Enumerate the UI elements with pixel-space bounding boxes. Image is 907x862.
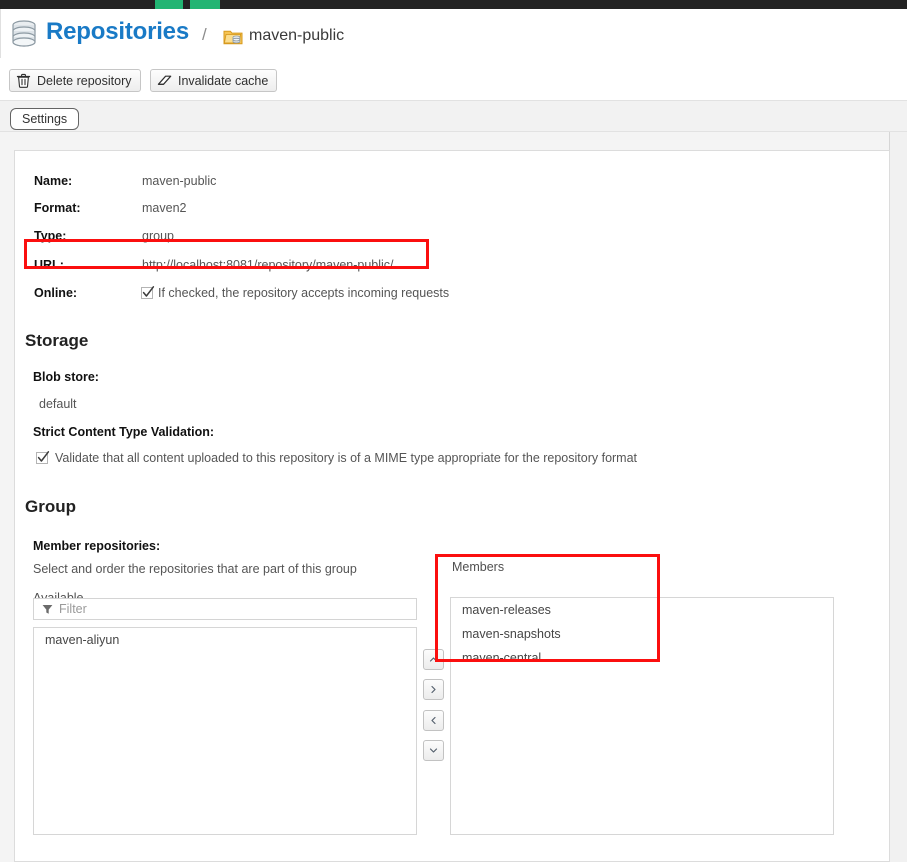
trash-icon [16, 73, 31, 88]
name-value: maven-public [142, 174, 216, 188]
type-value: group [142, 229, 174, 243]
group-heading: Group [25, 497, 76, 517]
app-surface: Repositories / maven-public Delete repos… [0, 9, 907, 862]
storage-heading: Storage [25, 331, 88, 351]
chevron-right-icon [429, 685, 438, 694]
format-label: Format: [34, 201, 81, 215]
available-repositories-list[interactable]: maven-aliyun [33, 627, 417, 835]
delete-repository-button[interactable]: Delete repository [9, 69, 141, 92]
eraser-icon [157, 73, 172, 88]
online-label: Online: [34, 286, 77, 300]
action-toolbar: Delete repository Invalidate cache [0, 58, 907, 100]
member-repositories-label: Member repositories: [33, 539, 160, 553]
strict-content-type-label: Strict Content Type Validation: [33, 425, 214, 439]
chevron-left-icon [429, 716, 438, 725]
move-up-button[interactable] [423, 649, 444, 670]
url-value[interactable]: http://localhost:8081/repository/maven-p… [142, 258, 394, 272]
tab-settings[interactable]: Settings [10, 108, 79, 130]
format-value: maven2 [142, 201, 186, 215]
type-label: Type: [34, 229, 66, 243]
page-title[interactable]: Repositories [46, 18, 189, 46]
name-label: Name: [34, 174, 72, 188]
breadcrumb-separator: / [202, 25, 207, 45]
move-left-button[interactable] [423, 710, 444, 731]
online-checkbox[interactable] [141, 287, 153, 299]
browser-tab-accent-left [155, 0, 183, 9]
breadcrumb-current: maven-public [249, 27, 344, 45]
blob-store-label: Blob store: [33, 370, 99, 384]
database-icon [11, 20, 37, 48]
breadcrumb: Repositories / maven-public [0, 9, 907, 54]
browser-chrome-bar [0, 0, 907, 9]
members-repositories-list[interactable]: maven-releases maven-snapshots maven-cen… [450, 597, 834, 835]
browser-tab-accent-right [190, 0, 220, 9]
move-down-button[interactable] [423, 740, 444, 761]
list-item[interactable]: maven-snapshots [451, 622, 833, 646]
list-item[interactable]: maven-aliyun [34, 628, 416, 652]
chevron-down-icon [429, 746, 438, 755]
tab-strip: Settings [0, 100, 907, 132]
invalidate-cache-button[interactable]: Invalidate cache [150, 69, 277, 92]
available-filter-input[interactable]: Filter [33, 598, 417, 620]
list-item[interactable]: maven-releases [451, 598, 833, 622]
invalidate-cache-label: Invalidate cache [178, 74, 268, 88]
delete-repository-label: Delete repository [37, 74, 132, 88]
repository-folder-icon [223, 28, 243, 45]
settings-body: Name: maven-public Format: maven2 Type: … [0, 132, 907, 862]
online-checkbox-text: If checked, the repository accepts incom… [158, 286, 449, 300]
vertical-scrollbar[interactable] [890, 132, 907, 862]
strict-content-type-text: Validate that all content uploaded to th… [55, 451, 637, 465]
list-item[interactable]: maven-central [451, 646, 833, 670]
filter-funnel-icon [42, 604, 53, 615]
tab-settings-label: Settings [22, 112, 67, 126]
group-description: Select and order the repositories that a… [33, 562, 357, 576]
available-filter-placeholder: Filter [59, 602, 87, 616]
blob-store-value: default [39, 397, 77, 411]
chevron-up-icon [429, 655, 438, 664]
move-right-button[interactable] [423, 679, 444, 700]
strict-content-type-checkbox[interactable] [36, 452, 48, 464]
url-label: URL: [34, 258, 64, 272]
members-list-label: Members [452, 560, 504, 574]
